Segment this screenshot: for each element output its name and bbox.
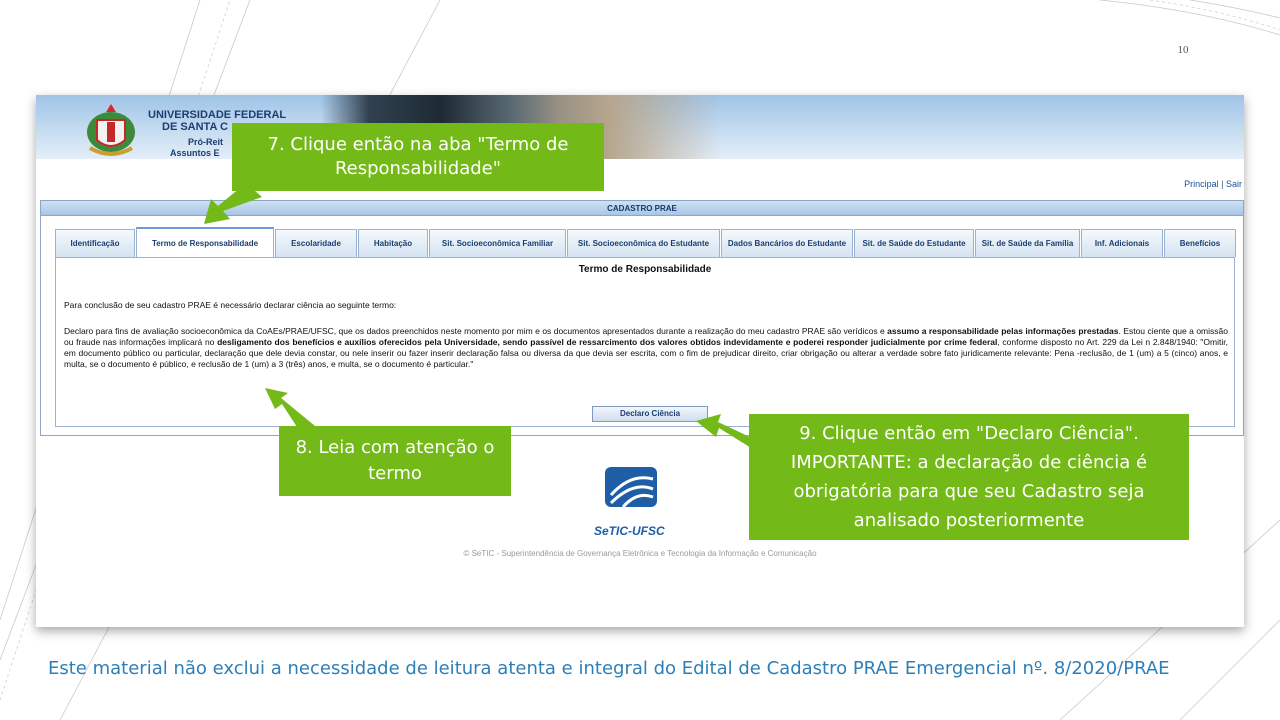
content-title: Termo de Responsabilidade xyxy=(578,264,712,275)
tab-saude-familia[interactable]: Sit. de Saúde da Família xyxy=(975,229,1080,257)
declaration-bold1: assumo a responsabilidade pelas informaç… xyxy=(887,326,1119,336)
setic-logo-icon xyxy=(605,467,657,509)
declaration-text: Declaro para fins de avaliação socioecon… xyxy=(64,326,1228,370)
tab-sit-socioeconomica-familiar[interactable]: Sit. Socioeconômica Familiar xyxy=(429,229,566,257)
pro-reitoria-line1: Pró-Reit xyxy=(188,137,224,147)
footer-note: Este material não exclui a necessidade d… xyxy=(48,658,1170,679)
tab-sit-socioeconomica-estudante[interactable]: Sit. Socioeconômica do Estudante xyxy=(567,229,720,257)
tab-habitacao[interactable]: Habitação xyxy=(358,229,428,257)
university-name-line1: UNIVERSIDADE FEDERAL xyxy=(148,109,287,121)
intro-text: Para conclusão de seu cadastro PRAE é ne… xyxy=(64,300,397,310)
declaro-ciencia-button[interactable]: Declaro Ciência xyxy=(592,406,708,422)
declaration-part1: Declaro para fins de avaliação socioecon… xyxy=(64,326,888,336)
tab-dados-bancarios[interactable]: Dados Bancários do Estudante xyxy=(721,229,853,257)
site-banner: UNIVERSIDADE FEDERAL DE SANTA C Pró-Reit… xyxy=(36,95,1244,159)
tab-content: Termo de Responsabilidade Para conclusão… xyxy=(55,257,1235,427)
tab-saude-estudante[interactable]: Sit. de Saúde do Estudante xyxy=(854,229,974,257)
principal-link[interactable]: Principal xyxy=(1184,179,1219,189)
tab-termo-de-responsabilidade[interactable]: Termo de Responsabilidade xyxy=(136,227,274,257)
tab-beneficios[interactable]: Benefícios xyxy=(1164,229,1236,257)
callout-step7: 7. Clique então na aba "Termo de Respons… xyxy=(232,123,604,191)
callout-step9: 9. Clique então em "Declaro Ciência". IM… xyxy=(749,414,1189,540)
university-crest-icon xyxy=(87,104,135,156)
setic-logo-text: SeTIC-UFSC xyxy=(594,524,665,538)
top-links: Principal | Sair xyxy=(1184,179,1242,189)
sair-link[interactable]: Sair xyxy=(1226,179,1242,189)
copyright-text: © SeTIC - Superintendência de Governança… xyxy=(463,549,817,558)
callout-step8: 8. Leia com atenção o termo xyxy=(279,426,511,496)
pro-reitoria-line2: Assuntos E xyxy=(170,148,220,158)
embedded-screenshot: UNIVERSIDADE FEDERAL DE SANTA C Pró-Reit… xyxy=(36,95,1244,627)
link-separator: | xyxy=(1221,179,1224,189)
pro-reitoria-name: Pró-Reit Assuntos E xyxy=(170,137,223,159)
tab-inf-adicionais[interactable]: Inf. Adicionais xyxy=(1081,229,1163,257)
tab-escolaridade[interactable]: Escolaridade xyxy=(275,229,357,257)
page-number: 10 xyxy=(1177,44,1189,56)
declaration-bold2: desligamento dos benefícios e auxílios o… xyxy=(217,337,998,347)
panel-title: CADASTRO PRAE xyxy=(41,201,1243,216)
tab-identificacao[interactable]: Identificação xyxy=(55,229,135,257)
cadastro-panel: CADASTRO PRAE Identificação Termo de Res… xyxy=(40,200,1244,436)
tab-bar: Identificação Termo de Responsabilidade … xyxy=(55,227,1237,257)
